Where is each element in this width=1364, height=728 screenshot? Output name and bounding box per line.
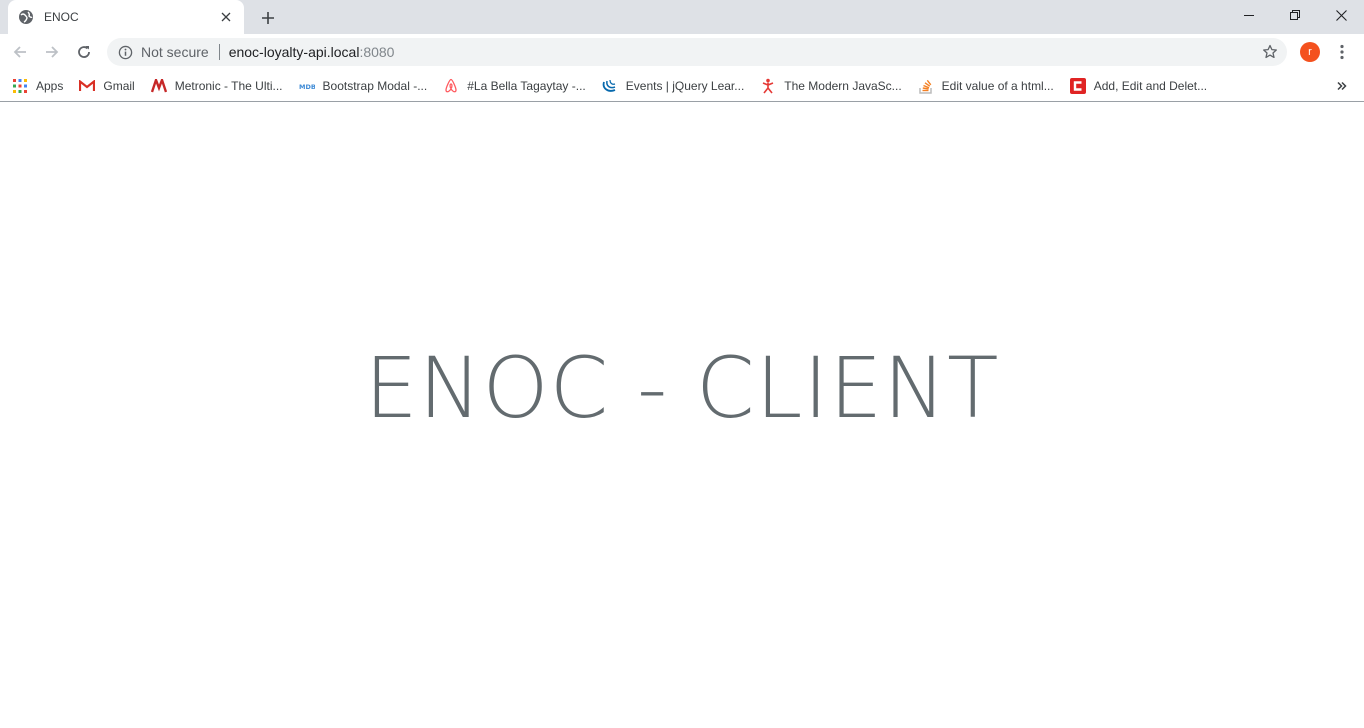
bookmark-label: Gmail xyxy=(103,78,135,93)
bookmark-label: The Modern JavaSc... xyxy=(784,78,902,93)
browser-tab[interactable]: ENOC xyxy=(8,0,244,34)
javascript-info-icon xyxy=(760,78,776,94)
gmail-icon xyxy=(79,78,96,94)
browser-menu-button[interactable] xyxy=(1332,40,1352,64)
back-button[interactable] xyxy=(6,38,34,66)
codeproject-icon xyxy=(1069,77,1086,94)
reload-icon xyxy=(78,46,90,58)
bookmark-jquery-events[interactable]: Events | jQuery Lear... xyxy=(602,74,745,98)
bookmark-add-edit-delete[interactable]: Add, Edit and Delet... xyxy=(1069,74,1208,98)
window-controls xyxy=(1226,0,1364,30)
plus-icon xyxy=(262,12,274,24)
bookmark-gmail[interactable]: Gmail xyxy=(79,74,135,98)
bookmark-la-bella[interactable]: #La Bella Tagaytay -... xyxy=(443,74,586,98)
bookmark-label: Bootstrap Modal -... xyxy=(322,78,428,93)
stackoverflow-icon xyxy=(918,78,934,94)
close-window-button[interactable] xyxy=(1318,0,1364,30)
bookmark-edit-value[interactable]: Edit value of a html... xyxy=(918,74,1054,98)
forward-arrow-icon xyxy=(46,46,59,58)
page-content: ENOC - CLIENT xyxy=(0,102,1364,728)
restore-button[interactable] xyxy=(1272,0,1318,30)
bookmark-bootstrap-modal[interactable]: MDB Bootstrap Modal -... xyxy=(299,74,428,98)
new-tab-button[interactable] xyxy=(256,6,280,30)
bookmark-label: Metronic - The Ulti... xyxy=(174,78,283,93)
bookmarks-overflow-button[interactable] xyxy=(1334,78,1350,94)
metronic-icon xyxy=(150,78,167,94)
reload-button[interactable] xyxy=(70,38,98,66)
close-icon xyxy=(1335,9,1347,21)
star-icon[interactable] xyxy=(1261,43,1279,61)
bookmark-label: Apps xyxy=(36,78,64,93)
svg-text:MDB: MDB xyxy=(299,83,315,90)
bookmark-label: Edit value of a html... xyxy=(941,78,1054,93)
mdb-icon: MDB xyxy=(299,78,315,94)
profile-avatar[interactable]: r xyxy=(1300,42,1320,62)
address-bar[interactable]: Not secure enoc-loyalty-api.local:8080 xyxy=(107,38,1287,66)
bookmark-label: Events | jQuery Lear... xyxy=(625,78,745,93)
bookmarks-bar: Apps Gmail Metronic - The Ulti... MDB Bo… xyxy=(0,70,1364,102)
bookmark-metronic[interactable]: Metronic - The Ulti... xyxy=(150,74,283,98)
bookmark-label: Add, Edit and Delet... xyxy=(1093,78,1208,93)
minimize-button[interactable] xyxy=(1226,0,1272,30)
url-host: enoc-loyalty-api.local xyxy=(228,44,360,60)
globe-icon xyxy=(18,9,34,25)
browser-toolbar: Not secure enoc-loyalty-api.local:8080 r xyxy=(0,34,1364,70)
minimize-icon xyxy=(1244,15,1254,16)
tab-title: ENOC xyxy=(44,10,79,24)
page-title: ENOC - CLIENT xyxy=(364,339,1000,437)
jquery-icon xyxy=(602,78,618,94)
security-label[interactable]: Not secure xyxy=(141,44,209,60)
info-icon[interactable] xyxy=(117,44,133,60)
forward-button[interactable] xyxy=(38,38,66,66)
tab-close-icon[interactable] xyxy=(218,9,234,25)
bookmark-label: #La Bella Tagaytay -... xyxy=(467,78,586,93)
url-port: :8080 xyxy=(359,44,395,60)
apps-grid-icon xyxy=(12,78,28,94)
back-arrow-icon xyxy=(13,46,26,58)
kebab-menu-icon xyxy=(1340,44,1344,60)
bookmark-modern-javascript[interactable]: The Modern JavaSc... xyxy=(760,74,902,98)
bookmark-apps[interactable]: Apps xyxy=(12,74,63,98)
url-text[interactable]: enoc-loyalty-api.local:8080 xyxy=(229,44,395,60)
airbnb-icon xyxy=(443,78,459,94)
restore-icon xyxy=(1290,10,1300,20)
tab-strip: ENOC xyxy=(0,0,1364,34)
omnibox-divider xyxy=(218,44,220,60)
chevron-double-right-icon xyxy=(1337,81,1347,91)
